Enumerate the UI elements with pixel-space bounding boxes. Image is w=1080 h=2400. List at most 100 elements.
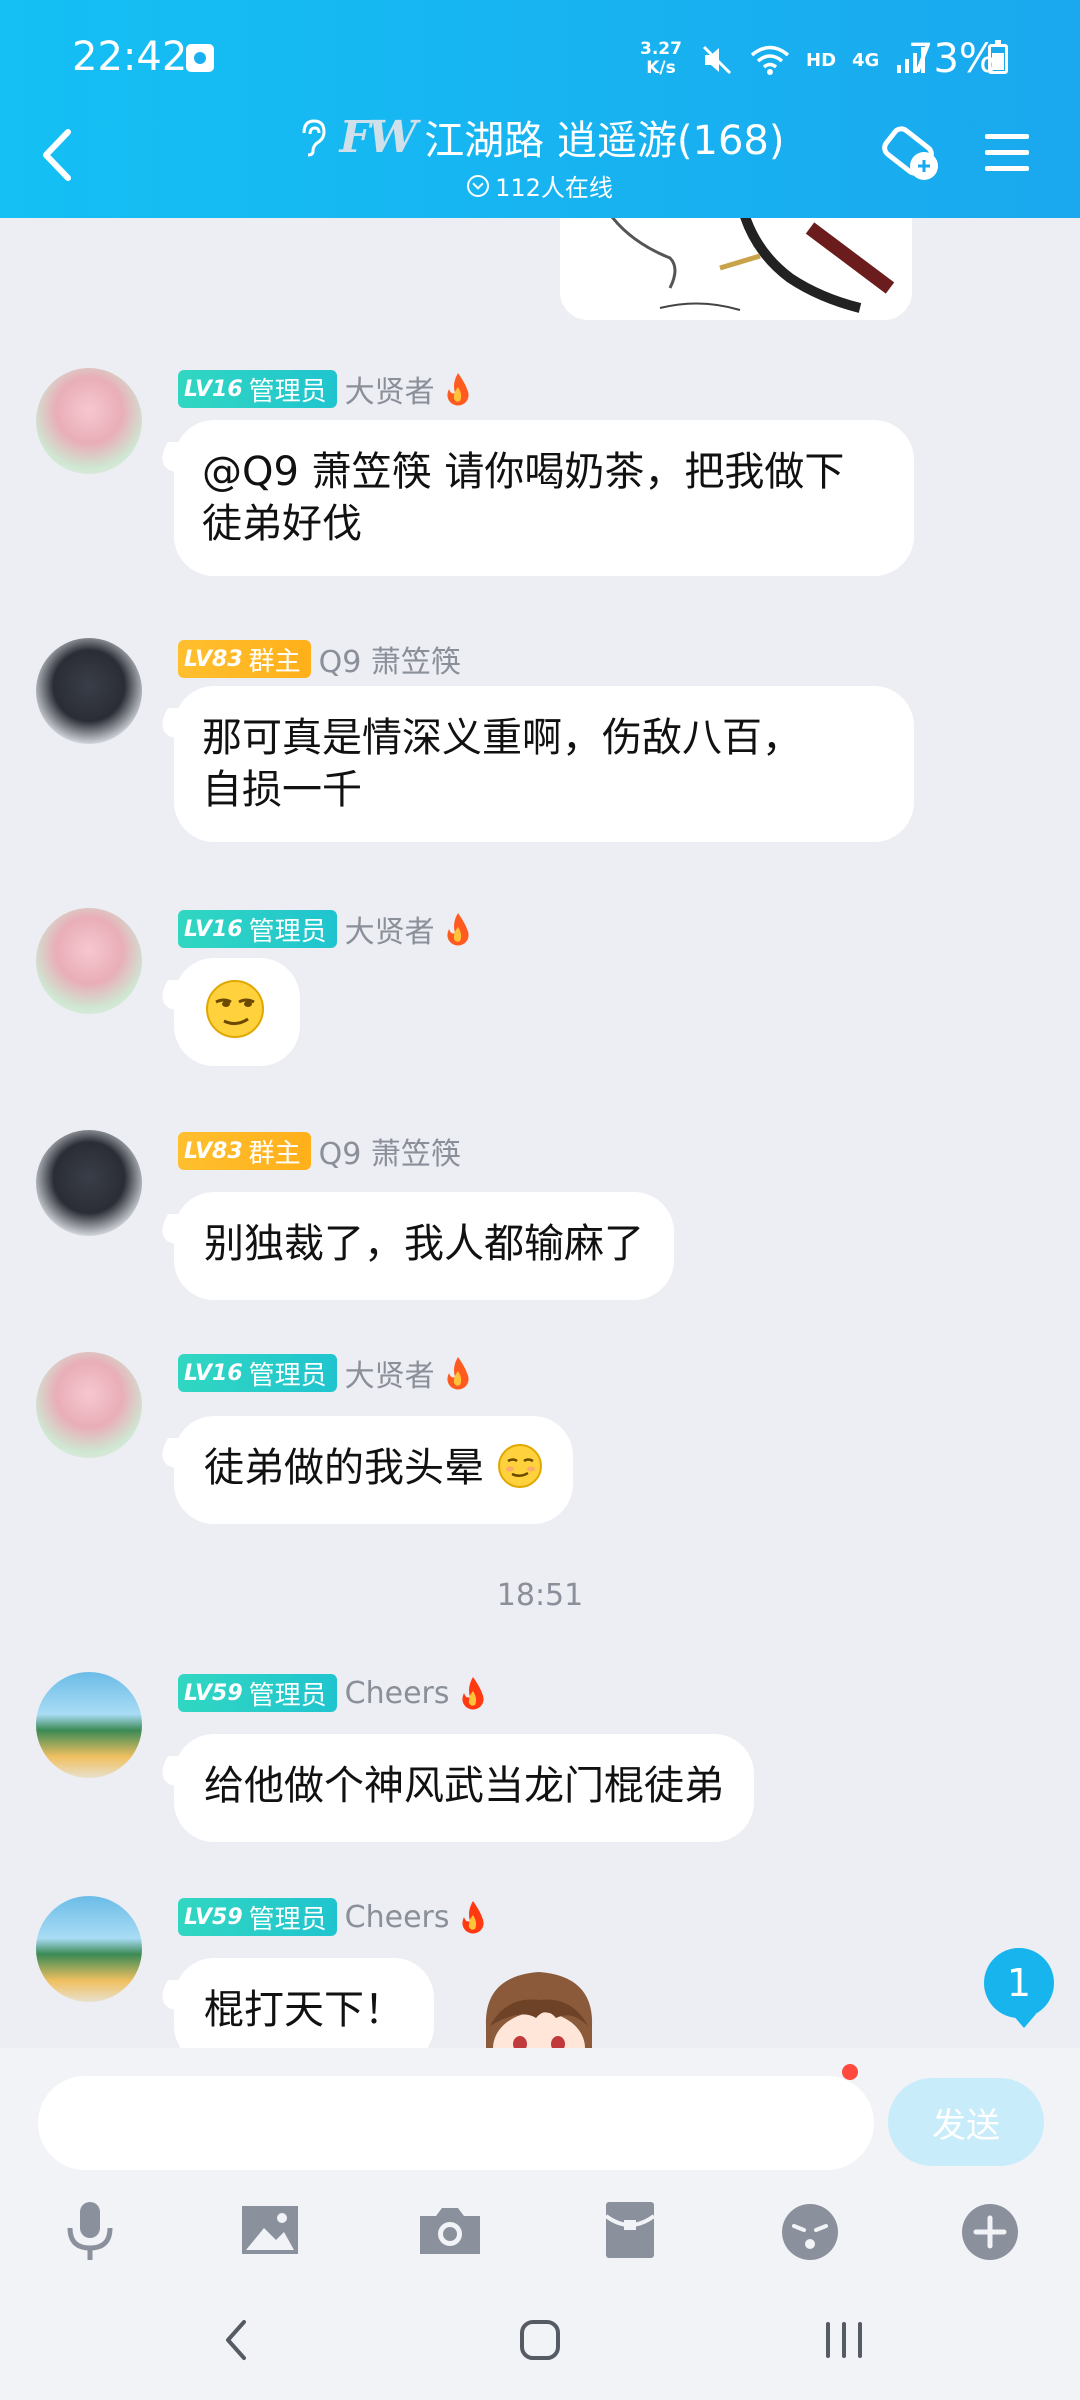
level-label: LV59 bbox=[184, 1904, 243, 1930]
level-label: LV59 bbox=[184, 1680, 243, 1706]
message-meta: LV83 群主 Q9 萧笠筷 bbox=[178, 1129, 461, 1173]
level-label: LV16 bbox=[184, 916, 243, 942]
role-badge: LV16 管理员 bbox=[178, 370, 337, 408]
sender-name[interactable]: 大贤者 bbox=[345, 367, 435, 411]
status-time: 22:42 bbox=[72, 34, 188, 80]
message-bubble[interactable]: 别独裁了，我人都输麻了 bbox=[174, 1192, 674, 1300]
app-header: 22:42 3.27 K/s HD 4G 73% FW 江湖路 逍遥游(168)… bbox=[0, 0, 1080, 218]
sender-name[interactable]: Cheers bbox=[345, 1676, 450, 1711]
unread-count-badge[interactable]: 1 bbox=[984, 1948, 1054, 2028]
fire-icon bbox=[447, 373, 469, 406]
message-input[interactable] bbox=[38, 2076, 874, 2170]
message-bubble[interactable]: @Q9 萧笠筷 请你喝奶茶，把我做下 徒弟好伐 bbox=[174, 420, 914, 576]
role-badge: LV83 群主 bbox=[178, 1132, 311, 1170]
network-speed-value: 3.27 bbox=[640, 39, 682, 59]
fire-icon bbox=[447, 913, 469, 946]
smirk-emoji-icon bbox=[206, 980, 264, 1038]
microphone-icon[interactable] bbox=[54, 2194, 126, 2266]
sender-name[interactable]: Q9 萧笠筷 bbox=[319, 637, 461, 681]
message-text: 给他做个神风武当龙门棍徒弟 bbox=[204, 1763, 724, 1809]
hd-indicator: HD bbox=[806, 49, 837, 71]
role-label: 群主 bbox=[248, 1138, 301, 1169]
system-back-icon[interactable] bbox=[206, 2310, 266, 2370]
message-bubble[interactable]: 徒弟做的我头晕 bbox=[174, 1416, 573, 1524]
system-navigation-bar bbox=[0, 2280, 1080, 2400]
image-icon[interactable] bbox=[234, 2194, 306, 2266]
time-separator: 18:51 bbox=[496, 1578, 584, 1613]
avatar[interactable] bbox=[36, 1130, 142, 1236]
avatar[interactable] bbox=[36, 1672, 142, 1778]
battery-icon bbox=[988, 40, 1008, 74]
message-meta: LV59 管理员 Cheers bbox=[178, 1898, 488, 1936]
emoji-icon[interactable] bbox=[774, 2194, 846, 2266]
message-bubble[interactable] bbox=[174, 958, 300, 1066]
group-name: 江湖路 逍遥游(168) bbox=[424, 118, 785, 164]
network-type: 4G bbox=[852, 49, 880, 71]
mute-icon bbox=[702, 45, 732, 75]
level-label: LV83 bbox=[184, 1138, 243, 1164]
avatar[interactable] bbox=[36, 1352, 142, 1458]
avatar[interactable] bbox=[36, 1896, 142, 2002]
sender-name[interactable]: Q9 萧笠筷 bbox=[319, 1129, 461, 1173]
message-text: 徒弟做的我头晕 bbox=[204, 1445, 484, 1491]
message-bubble[interactable]: 那可真是情深义重啊，伤敌八百， 自损一千 bbox=[174, 686, 914, 842]
battery-percent: 73% bbox=[908, 36, 997, 82]
level-label: LV16 bbox=[184, 1360, 243, 1386]
role-badge: LV16 管理员 bbox=[178, 1354, 337, 1392]
sender-name[interactable]: Cheers bbox=[345, 1900, 450, 1935]
system-recents-icon[interactable] bbox=[814, 2310, 874, 2370]
system-home-icon[interactable] bbox=[510, 2310, 570, 2370]
message-text-line2: 徒弟好伐 bbox=[202, 501, 362, 547]
message-bubble[interactable]: 棍打天下！ bbox=[174, 1958, 434, 2048]
image-message-picture bbox=[560, 218, 912, 320]
emoji-notification-dot bbox=[842, 2064, 858, 2080]
level-label: LV16 bbox=[184, 376, 243, 402]
plus-icon[interactable] bbox=[954, 2194, 1026, 2266]
group-logo: FW bbox=[339, 111, 418, 163]
red-packet-icon[interactable] bbox=[594, 2194, 666, 2266]
role-label: 管理员 bbox=[248, 1360, 327, 1391]
message-meta: LV59 管理员 Cheers bbox=[178, 1674, 488, 1712]
group-call-button[interactable] bbox=[880, 122, 944, 186]
camera-icon[interactable] bbox=[414, 2194, 486, 2266]
avatar[interactable] bbox=[36, 908, 142, 1014]
composer: 发送 bbox=[0, 2048, 1080, 2280]
message-meta: LV16 管理员 大贤者 bbox=[178, 907, 473, 951]
network-speed: 3.27 K/s bbox=[640, 40, 682, 78]
message-text: 那可真是情深义重啊，伤敌八百， bbox=[202, 715, 802, 761]
role-label: 管理员 bbox=[248, 1904, 327, 1935]
chat-list[interactable]: LV16 管理员 大贤者 @Q9 萧笠筷 请你喝奶茶，把我做下 徒弟好伐 LV8… bbox=[0, 218, 1080, 2048]
role-label: 管理员 bbox=[248, 376, 327, 407]
fire-icon bbox=[447, 1357, 469, 1390]
avatar[interactable] bbox=[36, 368, 142, 474]
message-text: 别独裁了，我人都输麻了 bbox=[204, 1221, 644, 1267]
online-status: 112人在线 bbox=[467, 168, 613, 203]
message-meta: LV16 管理员 大贤者 bbox=[178, 367, 473, 411]
status-icons: HD 4G bbox=[700, 38, 929, 82]
wifi-icon bbox=[750, 45, 790, 75]
message-meta: LV16 管理员 大贤者 bbox=[178, 1351, 473, 1395]
message-text: 棍打天下！ bbox=[204, 1987, 404, 2033]
send-button[interactable]: 发送 bbox=[888, 2078, 1044, 2166]
role-label: 管理员 bbox=[248, 1680, 327, 1711]
role-badge: LV59 管理员 bbox=[178, 1898, 337, 1936]
level-label: LV83 bbox=[184, 646, 243, 672]
image-message[interactable] bbox=[560, 218, 912, 320]
status-bar: 22:42 3.27 K/s HD 4G 73% bbox=[0, 0, 1080, 110]
notification-icon bbox=[186, 44, 214, 72]
fire-icon bbox=[461, 1901, 484, 1934]
dizzy-emoji-icon bbox=[497, 1444, 542, 1488]
online-count: 112人在线 bbox=[495, 174, 613, 202]
role-badge: LV83 群主 bbox=[178, 640, 311, 678]
role-badge: LV59 管理员 bbox=[178, 1674, 337, 1712]
group-title: FW 江湖路 逍遥游(168) bbox=[296, 108, 785, 166]
avatar[interactable] bbox=[36, 638, 142, 744]
message-bubble[interactable]: 给他做个神风武当龙门棍徒弟 bbox=[174, 1734, 754, 1842]
sender-name[interactable]: 大贤者 bbox=[345, 907, 435, 951]
sender-name[interactable]: 大贤者 bbox=[345, 1351, 435, 1395]
ear-icon bbox=[302, 119, 326, 157]
role-label: 群主 bbox=[248, 646, 301, 677]
network-speed-unit: K/s bbox=[646, 58, 676, 78]
menu-button[interactable] bbox=[982, 128, 1032, 178]
composer-toolbar bbox=[0, 2064, 1080, 2280]
